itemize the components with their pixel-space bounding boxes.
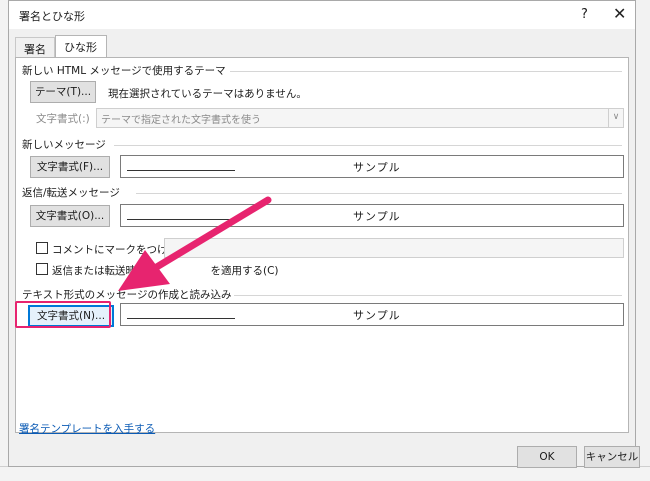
annotation-arrow-icon <box>118 196 272 291</box>
